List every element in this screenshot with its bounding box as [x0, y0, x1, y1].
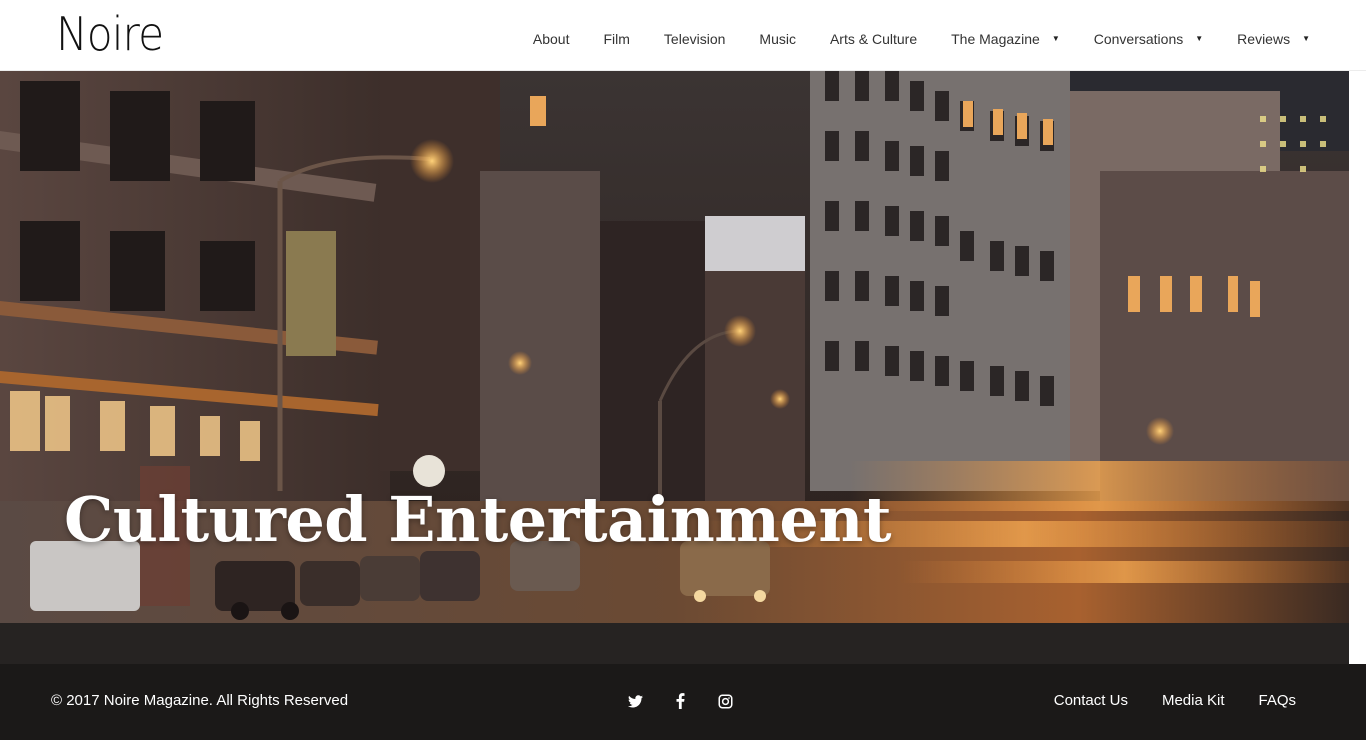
nav-item-film[interactable]: Film	[603, 25, 629, 47]
nav-label: Arts & Culture	[829, 30, 918, 47]
copyright-text: © 2017 Noire Magazine. All Rights Reserv…	[51, 692, 349, 709]
facebook-icon[interactable]	[671, 692, 689, 710]
nav-label: Television	[663, 30, 726, 47]
instagram-icon-glyph	[718, 694, 732, 708]
twitter-icon[interactable]	[626, 692, 644, 710]
footer-links: Contact Us Media Kit FAQs	[1020, 692, 1296, 709]
footer-link-faqs[interactable]: FAQs	[1258, 692, 1296, 709]
footer-link-media-kit[interactable]: Media Kit	[1162, 692, 1225, 709]
site-header: Noire About Film Television Music Arts &…	[0, 0, 1366, 71]
section-divider-band	[0, 623, 1349, 664]
nav-item-reviews[interactable]: Reviews ▼	[1237, 25, 1310, 47]
footer-link-contact-us[interactable]: Contact Us	[1054, 692, 1128, 709]
social-links	[626, 692, 761, 710]
nav-label: About	[532, 30, 570, 47]
hero-title: Cultured Entertainment	[64, 483, 892, 556]
caret-down-icon: ▼	[1051, 34, 1060, 43]
nav-item-arts-culture[interactable]: Arts & Culture	[830, 25, 917, 47]
nav-label: The Magazine	[951, 30, 1040, 47]
nav-item-conversations[interactable]: Conversations ▼	[1094, 25, 1203, 47]
page-gutter	[1349, 71, 1366, 664]
nav-label: Reviews	[1237, 30, 1291, 47]
nav-item-the-magazine[interactable]: The Magazine ▼	[951, 25, 1060, 47]
site-logo[interactable]: Noire	[56, 6, 164, 62]
caret-down-icon: ▼	[1195, 34, 1204, 43]
twitter-icon-glyph	[627, 694, 643, 707]
nav-label: Film	[603, 30, 630, 47]
main-nav: About Film Television Music Arts & Cultu…	[499, 0, 1310, 71]
site-footer: © 2017 Noire Magazine. All Rights Reserv…	[0, 664, 1366, 740]
nav-label: Conversations	[1093, 30, 1184, 47]
hero-banner: Cultured Entertainment	[0, 71, 1349, 623]
nav-item-about[interactable]: About	[533, 25, 570, 47]
caret-down-icon: ▼	[1302, 34, 1310, 43]
nav-item-music[interactable]: Music	[759, 25, 796, 47]
nav-label: Music	[759, 30, 796, 47]
facebook-icon-glyph	[676, 693, 684, 709]
nav-item-television[interactable]: Television	[664, 25, 725, 47]
instagram-icon[interactable]	[716, 692, 734, 710]
